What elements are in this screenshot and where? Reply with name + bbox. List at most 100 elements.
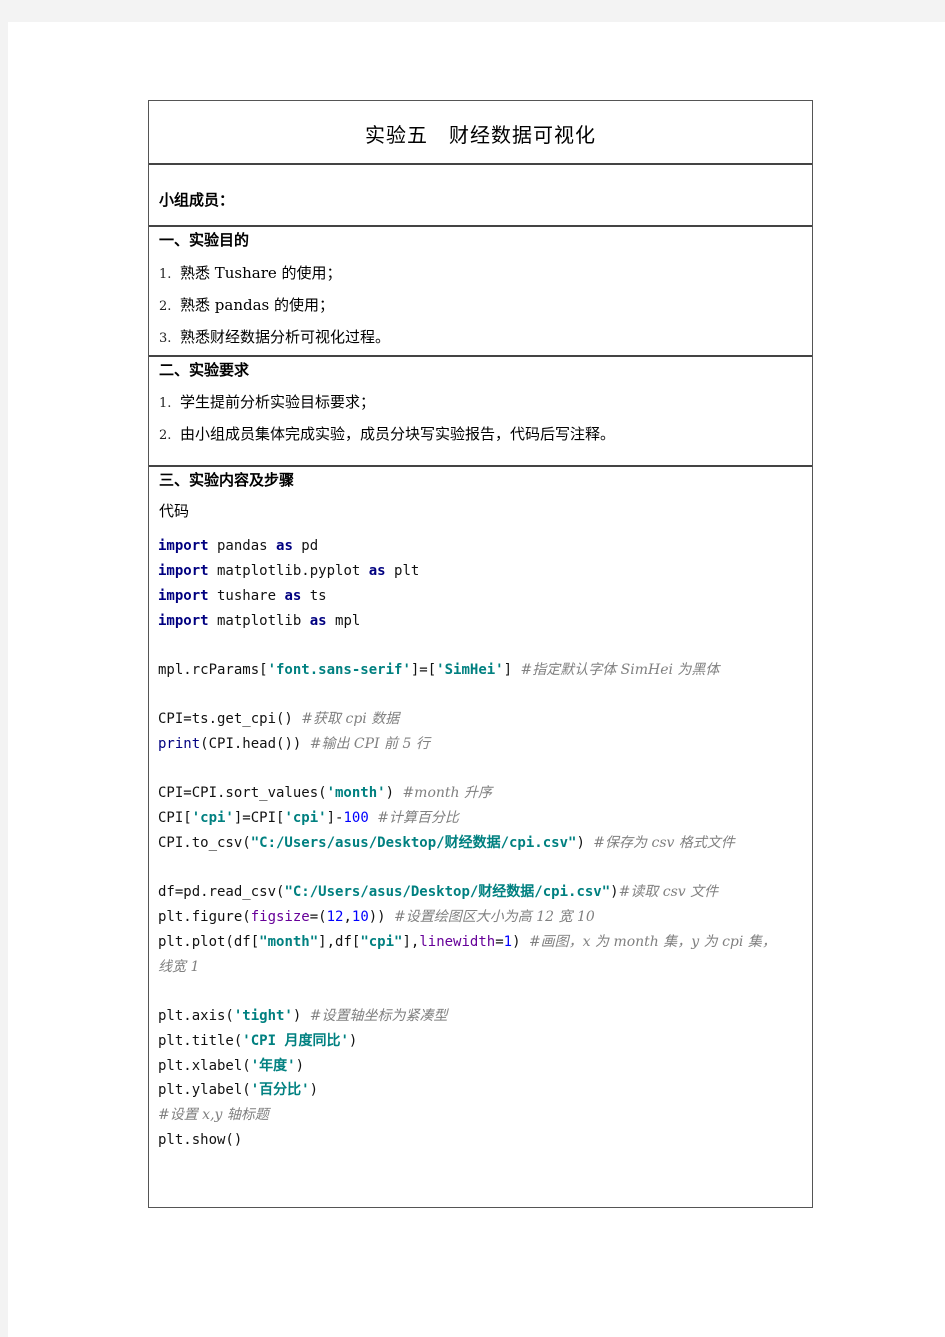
code-line: #设置 x,y 轴标题 — [158, 1106, 269, 1124]
code-text: plt.show() — [158, 1132, 243, 1148]
code-line: plt.figure(figsize=(12,10)) #设置绘图区大小为高 1… — [158, 908, 595, 926]
builtin: print — [158, 736, 201, 752]
code-line: print(CPI.head()) #输出 CPI 前 5 行 — [158, 735, 430, 753]
string-literal: 'cpi' — [284, 810, 327, 826]
list-item: 3. 熟悉财经数据分析可视化过程。 — [159, 326, 390, 347]
code-text: ) — [348, 1033, 358, 1049]
item-number: 3. — [159, 331, 172, 346]
code-label: 代码 — [159, 502, 190, 520]
code-text: ]=[ — [410, 662, 437, 678]
code-text: ]- — [326, 810, 344, 826]
code-line: import matplotlib as mpl — [158, 612, 360, 630]
list-item: 1. 学生提前分析实验目标要求； — [159, 391, 375, 412]
code-line: plt.show() — [158, 1131, 242, 1149]
code-text: CPI[ — [158, 810, 192, 826]
code-comment: #设置 x,y 轴标题 — [158, 1107, 269, 1123]
code-comment: #设置轴坐标为紧凑型 — [309, 1008, 448, 1024]
keyword: as — [276, 538, 293, 554]
code-text: ) — [292, 1008, 310, 1024]
string-literal: '年度' — [250, 1058, 296, 1074]
keyword: as — [368, 563, 386, 579]
code-comment: #输出 CPI 前 5 行 — [309, 736, 430, 752]
code-text: plt.xlabel( — [158, 1058, 251, 1074]
document-page: 实验五 财经数据可视化 小组成员： 一、实验目的 1. 熟悉 Tushare 的使… — [8, 22, 945, 1337]
string-literal: '百分比' — [250, 1082, 310, 1098]
keyword: import — [158, 563, 209, 579]
code-text: ) — [576, 835, 594, 851]
code-text: ]=CPI[ — [233, 810, 285, 826]
code-line: plt.axis('tight') #设置轴坐标为紧凑型 — [158, 1007, 447, 1025]
code-line: plt.plot(df["month"],df["cpi"],linewidth… — [158, 933, 776, 951]
keyword: import — [158, 538, 209, 554]
code-text: plt.axis( — [158, 1008, 234, 1024]
code-text: matplotlib — [208, 613, 310, 629]
item-number: 2. — [159, 428, 172, 443]
code-comment: #设置绘图区大小为高 12 宽 10 — [394, 909, 595, 925]
item-text: 由小组成员集体完成实验，成员分块写实验报告，代码后写注释。 — [180, 425, 616, 443]
list-item: 2. 由小组成员集体完成实验，成员分块写实验报告，代码后写注释。 — [159, 423, 615, 444]
code-text: )) — [368, 909, 395, 925]
keyword: as — [309, 613, 327, 629]
code-line: import tushare as ts — [158, 587, 327, 605]
code-text: ) — [309, 1082, 319, 1098]
code-line: 线宽 1 — [158, 958, 199, 976]
section-heading: 一、实验目的 — [159, 231, 250, 249]
code-line: CPI=ts.get_cpi() #获取 cpi 数据 — [158, 710, 399, 728]
code-text: tushare — [208, 588, 285, 604]
string-literal: "C:/Users/asus/Desktop/财经数据/cpi.csv" — [250, 835, 577, 851]
code-comment: #画图，x 为 month 集，y 为 cpi 集， — [528, 934, 776, 950]
code-text: ) — [385, 785, 403, 801]
document-title: 实验五 财经数据可视化 — [365, 123, 596, 147]
number-literal: 12 — [326, 909, 344, 925]
keyword: import — [158, 588, 209, 604]
code-text: =( — [309, 909, 327, 925]
code-text: df=pd.read_csv( — [158, 884, 285, 900]
code-text: ) — [512, 934, 529, 950]
keyword-argument: figsize — [250, 909, 310, 925]
code-text: mpl — [326, 613, 361, 629]
section-heading: 三、实验内容及步骤 — [159, 471, 295, 489]
number-literal: 10 — [351, 909, 369, 925]
string-literal: 'SimHei' — [436, 662, 504, 678]
code-text: CPI=ts.get_cpi() — [158, 711, 302, 727]
code-comment: #指定默认字体 SimHei 为黑体 — [520, 662, 720, 678]
keyword: as — [284, 588, 302, 604]
code-text: ) — [295, 1058, 305, 1074]
string-literal: 'cpi' — [191, 810, 234, 826]
item-text: 熟悉财经数据分析可视化过程。 — [180, 328, 391, 346]
code-text: matplotlib.pyplot — [208, 563, 369, 579]
number-literal: 1 — [503, 934, 513, 950]
code-line: CPI.to_csv("C:/Users/asus/Desktop/财经数据/c… — [158, 834, 735, 852]
lab-report-table: 实验五 财经数据可视化 小组成员： 一、实验目的 1. 熟悉 Tushare 的使… — [148, 100, 813, 1208]
code-text: , — [343, 909, 352, 925]
code-line: import pandas as pd — [158, 537, 318, 555]
code-text: plt.plot(df[ — [158, 934, 260, 950]
code-comment: #计算百分比 — [377, 810, 459, 826]
members-label: 小组成员： — [159, 191, 235, 209]
code-text: ] — [503, 662, 521, 678]
code-comment: #保存为 csv 格式文件 — [593, 835, 735, 851]
code-text: plt.figure( — [158, 909, 251, 925]
code-text: ) — [610, 884, 619, 900]
string-literal: 'tight' — [233, 1008, 293, 1024]
code-text: mpl.rcParams[ — [158, 662, 268, 678]
item-text: 熟悉 Tushare 的使用； — [180, 264, 342, 282]
string-literal: "cpi" — [360, 934, 403, 950]
code-line: df=pd.read_csv("C:/Users/asus/Desktop/财经… — [158, 883, 718, 901]
code-text: plt.ylabel( — [158, 1082, 251, 1098]
item-text: 熟悉 pandas 的使用； — [180, 296, 334, 314]
code-text: ], — [402, 934, 420, 950]
code-text: ],df[ — [318, 934, 361, 950]
code-text: pd — [292, 538, 319, 554]
requirements-section: 二、实验要求 1. 学生提前分析实验目标要求； 2. 由小组成员集体完成实验，成员分… — [149, 355, 812, 465]
keyword: import — [158, 613, 209, 629]
string-literal: "month" — [259, 934, 319, 950]
code-comment: #获取 cpi 数据 — [301, 711, 400, 727]
keyword-argument: linewidth — [419, 934, 496, 950]
string-literal: 'font.sans-serif' — [267, 662, 411, 678]
code-line: plt.ylabel('百分比') — [158, 1081, 318, 1099]
goals-section: 一、实验目的 1. 熟悉 Tushare 的使用； 2. 熟悉 pandas 的使用… — [149, 225, 812, 355]
section-heading: 二、实验要求 — [159, 361, 250, 379]
string-literal: "C:/Users/asus/Desktop/财经数据/cpi.csv" — [284, 884, 611, 900]
